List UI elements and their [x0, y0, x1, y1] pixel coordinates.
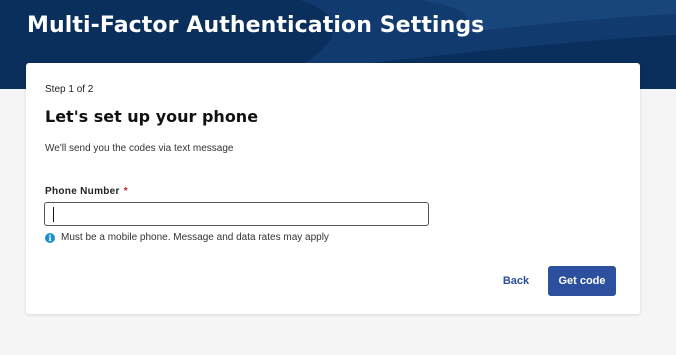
phone-hint-text: Must be a mobile phone. Message and data… [61, 232, 329, 243]
back-button[interactable]: Back [498, 266, 534, 296]
required-marker: * [123, 186, 128, 197]
phone-number-input[interactable] [44, 202, 429, 226]
setup-card: Step 1 of 2 Let's set up your phone We'l… [26, 63, 640, 314]
step-indicator: Step 1 of 2 [45, 84, 94, 95]
card-subtext: We'll send you the codes via text messag… [45, 143, 234, 154]
page-title: Multi-Factor Authentication Settings [27, 13, 485, 38]
card-heading: Let's set up your phone [45, 107, 259, 126]
phone-number-label: Phone Number * [45, 186, 128, 197]
get-code-button[interactable]: Get code [548, 266, 616, 296]
info-icon: i [45, 233, 55, 243]
phone-number-label-text: Phone Number [45, 186, 120, 197]
text-cursor [53, 207, 54, 222]
page: Multi-Factor Authentication Settings Ste… [0, 0, 676, 355]
